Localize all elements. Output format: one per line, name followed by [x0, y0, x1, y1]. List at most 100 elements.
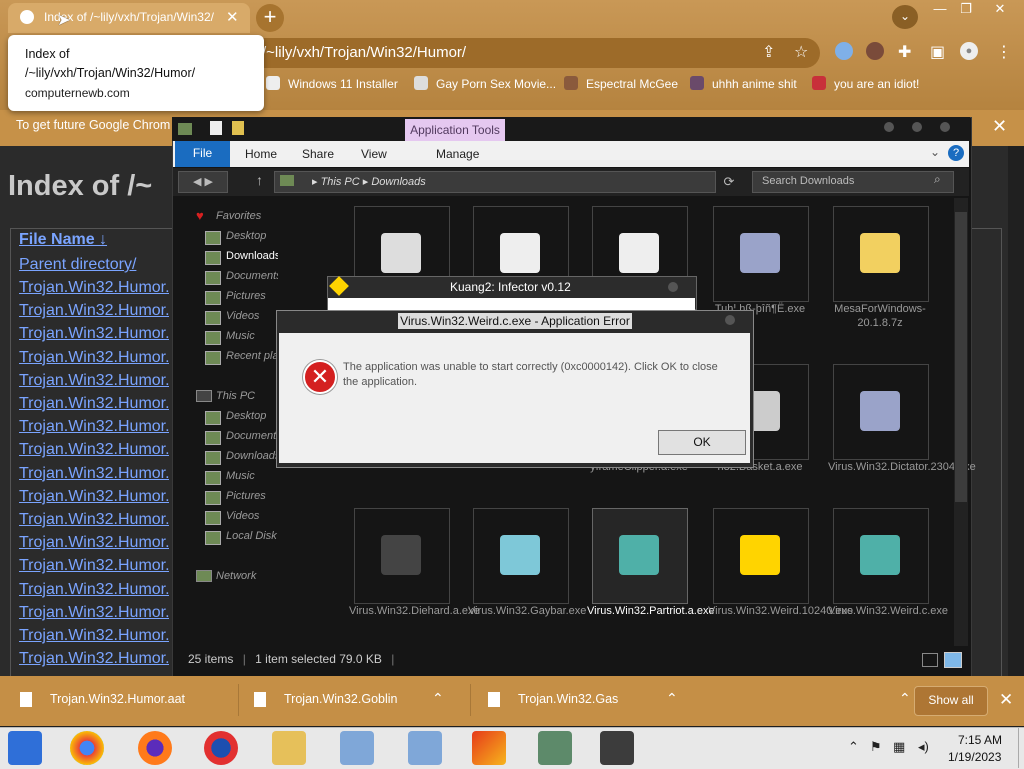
bookmark-windows-installer[interactable]: Windows 11 Installer — [266, 76, 398, 91]
watermelon-icon[interactable] — [472, 731, 506, 765]
bookmark-idiot[interactable]: you are an idiot! — [812, 76, 919, 91]
explorer-scroll-thumb[interactable] — [955, 212, 967, 502]
back-forward-buttons[interactable]: ◀ ▶ — [178, 171, 228, 193]
download-menu-caret-icon[interactable]: ⌃ — [899, 690, 911, 707]
download-item[interactable]: Trojan.Win32.Humor.aat — [50, 692, 185, 706]
file-row-link[interactable]: Trojan.Win32.Humor.a — [19, 581, 169, 599]
side-panel-icon[interactable]: ▣ — [930, 42, 945, 62]
file-row-link[interactable]: Trojan.Win32.Humor.a — [19, 511, 169, 529]
properties-icon[interactable] — [210, 121, 222, 135]
nav-pc-item[interactable]: Downloads — [226, 450, 278, 462]
download-item[interactable]: Trojan.Win32.Goblin — [284, 692, 397, 706]
minimize-icon[interactable]: — — [926, 0, 954, 20]
file-row-link[interactable]: Trojan.Win32.Humor.a — [19, 395, 169, 413]
new-tab-button[interactable]: + — [256, 4, 284, 32]
ribbon-tab-share[interactable]: Share — [302, 147, 334, 161]
up-arrow-icon[interactable]: ↑ — [256, 172, 263, 188]
bookmark-espectral[interactable]: Espectral McGee — [564, 76, 678, 91]
file-row-link[interactable]: Trojan.Win32.Humor.a — [19, 372, 169, 390]
installer-icon-2[interactable] — [408, 731, 442, 765]
kuang-close-icon[interactable] — [668, 282, 678, 292]
ribbon-tab-view[interactable]: View — [361, 147, 387, 161]
clock-time[interactable]: 7:15 AM — [958, 733, 1002, 747]
flag-icon[interactable]: ⚑ — [870, 739, 882, 755]
file-row-link[interactable]: Trojan.Win32.Humor.a — [19, 534, 169, 552]
show-all-button[interactable]: Show all — [914, 686, 988, 716]
network-tray-icon[interactable]: ▦ — [893, 739, 905, 755]
nav-pc-item[interactable]: Music — [226, 470, 278, 482]
explorer-close-icon[interactable] — [940, 122, 950, 132]
nav-fav-item[interactable]: Desktop — [226, 230, 278, 242]
download-menu-caret-icon[interactable]: ⌃ — [666, 690, 678, 707]
file-row-link[interactable]: Trojan.Win32.Humor.a — [19, 302, 169, 320]
nav-fav-item[interactable]: Documents — [226, 270, 278, 282]
downloads-close-icon[interactable]: ✕ — [999, 690, 1013, 710]
file-row-link[interactable]: Trojan.Win32.Humor.a — [19, 650, 169, 668]
file-row-link[interactable]: Trojan.Win32.Humor.a — [19, 418, 169, 436]
volume-icon[interactable]: ◂) — [918, 739, 929, 755]
nav-favorites[interactable]: Favorites — [216, 210, 276, 222]
file-row-link[interactable]: Trojan.Win32.Humor.a — [19, 557, 169, 575]
download-item[interactable]: Trojan.Win32.Gas — [518, 692, 618, 706]
file-row-link[interactable]: Trojan.Win32.Humor.a — [19, 349, 169, 367]
search-icon[interactable]: ⌕ — [934, 172, 941, 187]
media-icon[interactable] — [204, 731, 238, 765]
file-row-link[interactable]: Trojan.Win32.Humor.a — [19, 488, 169, 506]
bookmark-star-icon[interactable]: ☆ — [794, 42, 808, 62]
clock-date[interactable]: 1/19/2023 — [948, 750, 1001, 764]
ribbon-tab-file[interactable]: File — [175, 141, 230, 167]
nav-this-pc[interactable]: This PC — [216, 390, 276, 402]
nav-fav-item[interactable]: Pictures — [226, 290, 278, 302]
kuang-taskbar-icon[interactable] — [600, 731, 634, 765]
ribbon-expand-icon[interactable]: ⌄ — [930, 145, 940, 159]
help-icon[interactable]: ? — [948, 145, 964, 161]
error-close-icon[interactable] — [725, 315, 735, 325]
nav-fav-item[interactable]: Recent places — [226, 350, 278, 362]
explorer-minimize-icon[interactable] — [884, 122, 894, 132]
nav-network[interactable]: Network — [216, 570, 276, 582]
extension-avatar-icon[interactable] — [866, 42, 884, 60]
details-view-icon[interactable] — [922, 653, 938, 667]
nav-fav-item[interactable]: Music — [226, 330, 278, 342]
nav-pc-item[interactable]: Local Disk (C:) — [226, 530, 278, 542]
file-row-link[interactable]: Trojan.Win32.Humor.a — [19, 604, 169, 622]
file-row-link[interactable]: Trojan.Win32.Humor.a — [19, 627, 169, 645]
nav-pc-item[interactable]: Documents — [226, 430, 278, 442]
application-tools-tab[interactable]: Application Tools — [405, 119, 505, 141]
tray-overflow-icon[interactable]: ⌃ — [848, 739, 859, 755]
file-row-link[interactable]: Trojan.Win32.Humor.a — [19, 325, 169, 343]
large-icons-view-icon[interactable] — [944, 652, 962, 668]
chrome-icon[interactable] — [70, 731, 104, 765]
share-icon[interactable]: ⇪ — [762, 42, 775, 62]
nav-pc-item[interactable]: Videos — [226, 510, 278, 522]
extensions-puzzle-icon[interactable]: ✚ — [898, 42, 911, 62]
nav-fav-item[interactable]: Downloads — [226, 250, 278, 262]
menu-kebab-icon[interactable]: ⋮ — [996, 42, 1012, 62]
explorer-maximize-icon[interactable] — [912, 122, 922, 132]
extension-flag-icon[interactable] — [835, 42, 853, 60]
firefox-icon[interactable] — [138, 731, 172, 765]
bookmark-anime[interactable]: uhhh anime shit — [690, 76, 797, 91]
close-window-icon[interactable]: ✕ — [986, 0, 1014, 20]
page-scrollbar[interactable] — [1008, 146, 1024, 676]
profile-icon[interactable]: ● — [960, 42, 978, 60]
window-icon[interactable] — [538, 731, 572, 765]
installer-icon-1[interactable] — [340, 731, 374, 765]
nav-pc-item[interactable]: Desktop — [226, 410, 278, 422]
address-text[interactable]: /~lily/vxh/Trojan/Win32/Humor/ — [262, 44, 466, 61]
file-explorer-icon[interactable] — [272, 731, 306, 765]
parent-directory-link[interactable]: Parent directory/ — [19, 256, 169, 274]
bookmark-gay-porn[interactable]: Gay Porn Sex Movie... — [414, 76, 556, 91]
info-bar-close-icon[interactable]: ✕ — [992, 116, 1007, 137]
nav-fav-item[interactable]: Videos — [226, 310, 278, 322]
show-desktop-button[interactable] — [1018, 728, 1024, 768]
file-row-link[interactable]: Trojan.Win32.Humor.a — [19, 465, 169, 483]
file-row-link[interactable]: Trojan.Win32.Humor.a — [19, 441, 169, 459]
download-menu-caret-icon[interactable]: ⌃ — [432, 690, 444, 707]
ribbon-tab-manage[interactable]: Manage — [436, 147, 479, 161]
tab-close-icon[interactable]: ✕ — [226, 8, 239, 26]
restore-icon[interactable]: ❐ — [952, 0, 980, 20]
file-row-link[interactable]: Trojan.Win32.Humor.a — [19, 279, 169, 297]
ribbon-tab-home[interactable]: Home — [245, 147, 277, 161]
start-icon[interactable] — [8, 731, 42, 765]
